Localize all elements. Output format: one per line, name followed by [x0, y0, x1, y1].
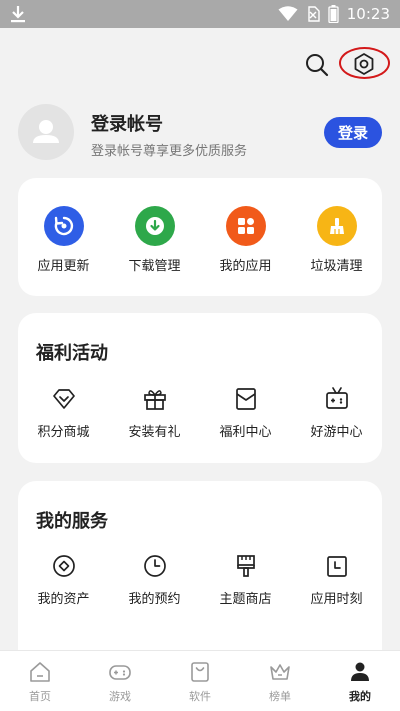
- quick-action-label: 我的应用: [219, 259, 272, 274]
- battery-icon: [328, 5, 339, 23]
- benefit-points-mall[interactable]: 积分商城: [18, 386, 109, 456]
- quick-action-app-update[interactable]: 应用更新: [18, 206, 109, 276]
- service-my-assets[interactable]: 我的资产: [18, 553, 109, 623]
- quick-action-label: 应用更新: [37, 259, 90, 274]
- sim-card-icon: [308, 6, 320, 22]
- nav-games[interactable]: 游戏: [80, 651, 160, 711]
- nav-label: 首页: [29, 690, 51, 703]
- service-my-reservations[interactable]: 我的预约: [109, 553, 200, 623]
- diamond-icon: [52, 389, 75, 409]
- quick-action-my-apps[interactable]: 我的应用: [200, 206, 291, 276]
- bag-icon: [191, 662, 209, 682]
- benefit-welfare-center[interactable]: 福利中心: [200, 386, 291, 456]
- clock-icon: [143, 555, 166, 577]
- status-bar: 10:23: [0, 0, 400, 28]
- service-label: 主题商店: [219, 592, 272, 607]
- quick-action-junk-clean[interactable]: 垃圾清理: [291, 206, 382, 276]
- quick-action-download-manager[interactable]: 下载管理: [109, 206, 200, 276]
- refresh-icon: [43, 206, 84, 246]
- quick-actions-card: 应用更新 下载管理 我的应用 垃圾清理: [18, 178, 382, 296]
- services-title: 我的服务: [36, 511, 108, 532]
- status-time: 10:23: [346, 5, 390, 23]
- nav-mine[interactable]: 我的: [320, 651, 400, 711]
- apps-grid-icon: [225, 206, 266, 246]
- home-icon: [30, 662, 50, 682]
- search-icon[interactable]: [304, 52, 330, 78]
- quick-action-label: 下载管理: [128, 259, 181, 274]
- brush-icon: [236, 555, 255, 577]
- nav-software[interactable]: 软件: [160, 651, 240, 711]
- nav-rankings[interactable]: 榜单: [240, 651, 320, 711]
- bottom-nav: 首页 游戏 软件 榜单 我的: [0, 650, 400, 711]
- login-button[interactable]: 登录: [324, 117, 382, 148]
- crown-icon: [270, 664, 290, 680]
- calendar-icon: [326, 556, 347, 577]
- benefit-label: 好游中心: [310, 425, 363, 440]
- services-card: 我的服务 我的资产 我的预约 主题商店 应用时刻: [18, 481, 382, 671]
- nav-label: 榜单: [269, 690, 291, 703]
- benefit-game-center[interactable]: 好游中心: [291, 386, 382, 456]
- gamepad-icon: [109, 665, 131, 680]
- service-theme-store[interactable]: 主题商店: [200, 553, 291, 623]
- benefit-label: 积分商城: [37, 425, 90, 440]
- quick-action-label: 垃圾清理: [310, 259, 363, 274]
- service-app-moments[interactable]: 应用时刻: [291, 553, 382, 623]
- gift-icon: [143, 390, 166, 410]
- game-tv-icon: [325, 387, 348, 409]
- download-icon: [134, 206, 175, 246]
- login-title[interactable]: 登录帐号: [91, 110, 163, 136]
- benefit-install-gift[interactable]: 安装有礼: [109, 386, 200, 456]
- avatar[interactable]: [18, 104, 74, 160]
- service-label: 我的资产: [37, 592, 90, 607]
- service-label: 我的预约: [128, 592, 181, 607]
- benefit-label: 安装有礼: [128, 425, 181, 440]
- benefits-title: 福利活动: [36, 343, 108, 364]
- nav-label: 软件: [189, 690, 211, 703]
- login-subtitle: 登录帐号尊享更多优质服务: [91, 144, 248, 159]
- download-status-icon: [11, 6, 25, 23]
- nav-label: 游戏: [109, 690, 131, 703]
- profile-section: 登录帐号 登录帐号尊享更多优质服务 登录: [18, 104, 382, 162]
- wifi-icon: [278, 6, 298, 21]
- benefit-label: 福利中心: [219, 425, 272, 440]
- highlight-oval: [339, 47, 390, 79]
- benefits-card: 福利活动 积分商城 安装有礼 福利中心 好游中心: [18, 313, 382, 463]
- default-avatar-icon: [33, 120, 59, 143]
- nav-home[interactable]: 首页: [0, 651, 80, 711]
- coin-icon: [52, 555, 75, 577]
- person-icon: [351, 662, 369, 681]
- nav-label: 我的: [349, 690, 371, 703]
- service-label: 应用时刻: [310, 592, 363, 607]
- broom-icon: [316, 206, 357, 246]
- envelope-icon: [235, 388, 256, 410]
